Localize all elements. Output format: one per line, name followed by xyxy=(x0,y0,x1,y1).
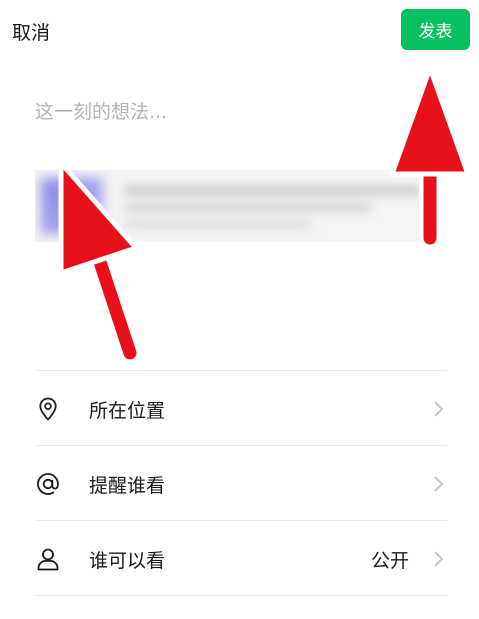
chevron-right-icon xyxy=(434,401,444,417)
option-location-label: 所在位置 xyxy=(89,400,166,422)
option-remind-label: 提醒谁看 xyxy=(89,475,166,497)
location-pin-icon xyxy=(39,397,57,421)
option-location[interactable]: 所在位置 xyxy=(35,371,447,445)
option-visibility[interactable]: 谁可以看 公开 xyxy=(35,521,447,595)
link-subtitle-blurred xyxy=(123,203,373,212)
chevron-right-icon xyxy=(434,476,444,492)
link-thumbnail xyxy=(41,178,103,234)
option-visibility-label: 谁可以看 xyxy=(89,550,166,572)
cancel-button[interactable]: 取消 xyxy=(12,18,50,45)
option-remind[interactable]: 提醒谁看 xyxy=(35,446,447,520)
options-divider-bottom xyxy=(35,595,447,596)
link-source-blurred xyxy=(123,220,313,229)
chevron-right-icon xyxy=(434,551,444,567)
thought-input[interactable] xyxy=(35,94,435,130)
shared-link-card[interactable] xyxy=(35,170,440,242)
option-visibility-value: 公开 xyxy=(370,550,409,572)
publish-button[interactable]: 发表 xyxy=(401,9,470,50)
person-icon xyxy=(37,548,59,571)
link-title-blurred xyxy=(123,186,423,195)
at-sign-icon xyxy=(37,473,59,495)
